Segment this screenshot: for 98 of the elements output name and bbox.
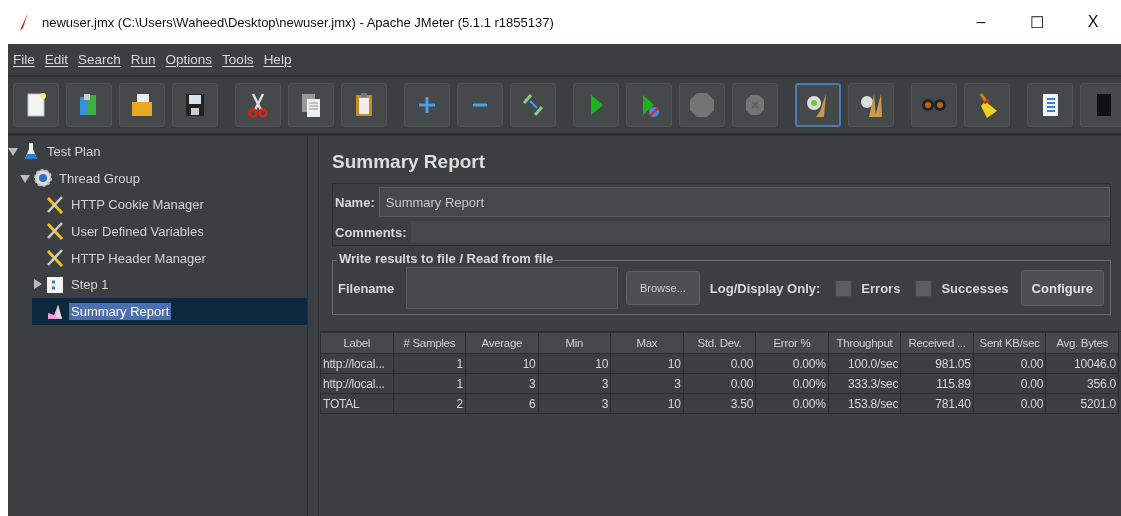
table-cell: 0.00: [973, 353, 1046, 374]
table-cell: 10: [538, 353, 611, 374]
toolbar-button[interactable]: [795, 83, 841, 127]
checkbox-label: Errors: [860, 280, 902, 296]
column-header[interactable]: Sent KB/sec: [973, 332, 1046, 354]
toolbar-button[interactable]: [848, 83, 894, 127]
column-header[interactable]: Max: [610, 332, 684, 354]
filename-label: Filename: [337, 280, 396, 296]
browse-button[interactable]: Browse...: [625, 271, 700, 305]
menu-item[interactable]: Run: [130, 52, 156, 67]
toolbar-button[interactable]: [964, 83, 1010, 127]
expand-arrow-icon[interactable]: [32, 279, 43, 291]
toolbar-button[interactable]: [119, 83, 165, 127]
tree-item[interactable]: Summary Report: [32, 298, 307, 325]
gear-icon: [33, 168, 53, 189]
collapse-arrow-icon[interactable]: [20, 172, 31, 184]
comments-field[interactable]: [410, 221, 1110, 243]
column-header[interactable]: Average: [465, 332, 539, 354]
table-cell: 1: [393, 373, 466, 394]
menu-item[interactable]: Edit: [44, 52, 69, 67]
column-header[interactable]: Std. Dev.: [683, 332, 756, 354]
panel-title: Summary Report: [332, 151, 487, 173]
column-header[interactable]: Min: [538, 332, 611, 354]
checkbox[interactable]: [915, 279, 933, 297]
table-cell: 153.8/sec: [828, 393, 901, 414]
column-header[interactable]: Received ...: [900, 332, 974, 354]
menu-item[interactable]: File: [13, 52, 35, 67]
tree-item[interactable]: Step 1: [32, 271, 307, 299]
table-cell: 0.00: [973, 373, 1046, 394]
menu-item[interactable]: Help: [263, 52, 292, 67]
tree-item[interactable]: HTTP Cookie Manager: [32, 191, 307, 219]
menu-item[interactable]: Options: [165, 52, 213, 67]
table-cell: 5201.0: [1045, 393, 1119, 414]
table-cell: 3: [538, 393, 611, 414]
toolbar-button[interactable]: [235, 83, 281, 127]
table-cell: 2: [393, 393, 466, 414]
table-cell: 100.0/sec: [828, 353, 901, 374]
table-cell: 10046.0: [1045, 353, 1119, 374]
column-header[interactable]: Throughput: [828, 332, 901, 354]
table-cell: 0.00: [973, 393, 1046, 414]
table-cell: 3: [465, 373, 539, 394]
table-cell: 981.05: [900, 353, 974, 374]
table-cell: 6: [465, 393, 539, 414]
close-button[interactable]: X: [1065, 12, 1121, 32]
checkbox[interactable]: [835, 279, 853, 297]
collapse-arrow-icon[interactable]: [8, 145, 19, 157]
menu-item[interactable]: Search: [78, 52, 121, 67]
tree-item[interactable]: User Defined Variables: [32, 218, 307, 245]
table-cell: 3: [610, 373, 684, 394]
table-cell: 356.0: [1045, 373, 1119, 394]
table-cell: 10: [610, 353, 684, 374]
menu-item[interactable]: Tools: [222, 52, 254, 67]
table-cell: http://local...: [320, 373, 394, 394]
filename-field[interactable]: [406, 267, 618, 309]
toolbar-button[interactable]: [13, 83, 59, 127]
configure-button[interactable]: Configure: [1020, 270, 1104, 306]
table-cell: 115.89: [900, 373, 974, 394]
binoculars-icon: [922, 99, 946, 111]
table-cell: 3.50: [683, 393, 756, 414]
table-cell: 10: [610, 393, 684, 414]
table-cell: 1: [393, 353, 466, 374]
table-cell: 781.40: [900, 393, 974, 414]
wrench-screwdriver-icon: [45, 248, 65, 269]
minimize-button[interactable]: –: [953, 12, 1009, 32]
toolbar-button[interactable]: [1027, 83, 1073, 127]
table-cell: 10: [465, 353, 539, 374]
group-legend: Write results to file / Read from file: [337, 251, 556, 266]
table-cell: 3: [538, 373, 611, 394]
table-cell: 333.3/sec: [828, 373, 901, 394]
checkbox-label: Successes: [940, 280, 1010, 296]
column-header[interactable]: Avg. Bytes: [1045, 332, 1119, 354]
maximize-button[interactable]: ☐: [1009, 12, 1065, 32]
table-cell: 0.00: [683, 353, 756, 374]
tree-item[interactable]: Thread Group: [20, 164, 307, 192]
stop-sign-icon: [688, 91, 716, 119]
toolbar-button[interactable]: [172, 83, 218, 127]
column-header[interactable]: Label: [320, 332, 394, 354]
wrench-screwdriver-icon: [45, 194, 65, 215]
table-cell: 0.00%: [755, 373, 829, 394]
table-cell: TOTAL: [320, 393, 394, 414]
table-cell: 0.00%: [755, 353, 829, 374]
wrench-screwdriver-icon: [45, 221, 65, 242]
table-cell: 0.00: [683, 373, 756, 394]
column-header[interactable]: Error %: [755, 332, 829, 354]
tree-item[interactable]: HTTP Header Manager: [32, 244, 307, 272]
name-label: Name:: [334, 194, 376, 210]
minus-icon: [473, 103, 487, 107]
tree-item[interactable]: Test Plan: [8, 138, 307, 165]
table-cell: http://local...: [320, 353, 394, 374]
log-display-label: Log/Display Only:: [708, 280, 822, 296]
toolbar-button[interactable]: [288, 83, 334, 127]
controller-icon: [45, 274, 65, 295]
toolbar-button[interactable]: [341, 83, 387, 127]
window-title: newuser.jmx (C:\Users\Waheed\Desktop\newuser.jmx) - Apache JMeter (5.1.1 r1855137): [42, 14, 555, 30]
column-header[interactable]: # Samples: [393, 332, 466, 354]
table-cell: 0.00%: [755, 393, 829, 414]
name-field[interactable]: Summary Report: [378, 187, 1110, 217]
comments-label: Comments:: [334, 224, 408, 240]
